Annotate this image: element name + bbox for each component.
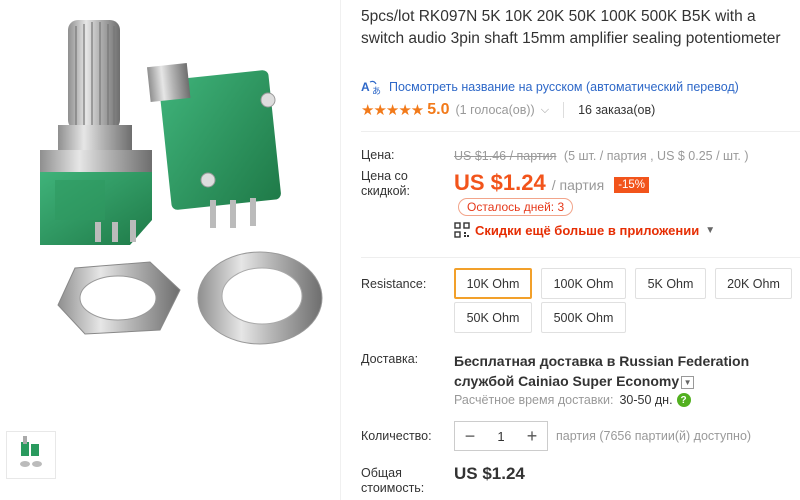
rating-votes[interactable]: (1 голоса(ов)) [456,103,535,117]
total-label-line1: Общая [361,466,402,480]
sku-option-500k[interactable]: 500K Ohm [541,302,626,333]
days-left-badge: Осталось дней: 3 [458,198,574,216]
quantity-available: партия (7656 партии(й) доступно) [556,429,752,443]
shipping-title: Бесплатная доставка в Russian Federation… [454,351,799,391]
sku-option-50k[interactable]: 50K Ohm [454,302,532,333]
quantity-label: Количество: [361,429,432,443]
column-divider [340,0,341,500]
translate-icon: A あ [361,79,381,96]
shipping-label: Доставка: [361,352,419,366]
current-price: US $1.24 [454,170,546,195]
sku-option-20k[interactable]: 20K Ohm [715,268,792,299]
rating-row: ★★★★★ 5.0 (1 голоса(ов)) ⌵ 16 заказа(ов) [361,101,655,119]
product-info: 5pcs/lot RK097N 5K 10K 20K 50K 100K 500K… [361,0,800,500]
quantity-input[interactable] [485,422,517,450]
rating-stars: ★★★★★ [361,102,424,119]
orders-count: 16 заказа(ов) [578,103,656,117]
shipping-title-line1: Бесплатная доставка в Russian Federation [454,353,750,369]
chevron-down-icon[interactable]: ▼ [681,376,695,389]
sku-option-10k[interactable]: 10K Ohm [454,268,532,299]
shipping-time-value: 30-50 дн. [619,393,673,407]
rating-score: 5.0 [427,101,450,118]
total-price: US $1.24 [454,464,525,483]
translate-link-text: Посмотреть название на русском (автомати… [389,80,739,94]
discount-badge: -15% [614,177,650,193]
shipping-time: Расчётное время доставки: 30-50 дн. ? [454,393,691,407]
shipping-title-line2: службой Cainiao Super Economy ▼ [454,371,799,391]
app-promo[interactable]: Скидки ещё больше в приложении ▼ [454,222,715,238]
quantity-decrease-button[interactable]: − [455,422,485,450]
quantity-increase-button[interactable]: + [517,422,547,450]
original-price: US $1.46 / партия (5 шт. / партия , US $… [454,149,749,163]
total-label: Общая стоимость: [361,466,424,496]
original-price-value: US $1.46 / партия [454,149,557,163]
divider [361,257,800,258]
product-title: 5pcs/lot RK097N 5K 10K 20K 50K 100K 500K… [361,8,781,47]
sku-label: Resistance: [361,277,427,291]
discount-price-label-line1: Цена со [361,169,408,183]
sku-option-100k[interactable]: 100K Ohm [541,268,626,299]
total-label-line2: стоимость: [361,481,425,495]
product-thumbnail[interactable] [6,431,56,479]
product-gallery [0,0,340,500]
chevron-down-icon: ▼ [705,224,716,236]
translate-link[interactable]: A あ Посмотреть название на русском (авто… [361,79,739,96]
divider [563,102,565,118]
product-main-image[interactable] [0,0,340,345]
help-icon[interactable]: ? [676,393,691,407]
qr-code-icon [454,222,470,238]
divider [361,131,800,132]
app-promo-text: Скидки ещё больше в приложении [475,222,700,238]
price-label: Цена: [361,148,395,162]
shipping-method: службой Cainiao Super Economy [454,373,680,389]
svg-text:あ: あ [372,86,381,95]
svg-text:A: A [361,80,370,94]
chevron-down-icon[interactable]: ⌵ [541,104,549,117]
original-price-unit: (5 шт. / партия , US $ 0.25 / шт. ) [563,149,749,163]
price-unit: / партия [551,177,605,193]
discount-price-label-line2: скидкой: [361,184,411,198]
discount-price-label: Цена со скидкой: [361,169,410,199]
quantity-stepper: − + [454,421,548,451]
sku-option-5k[interactable]: 5K Ohm [635,268,706,299]
price-row: US $1.24 / партия -15% [454,170,650,196]
shipping-time-label: Расчётное время доставки: [454,393,614,407]
